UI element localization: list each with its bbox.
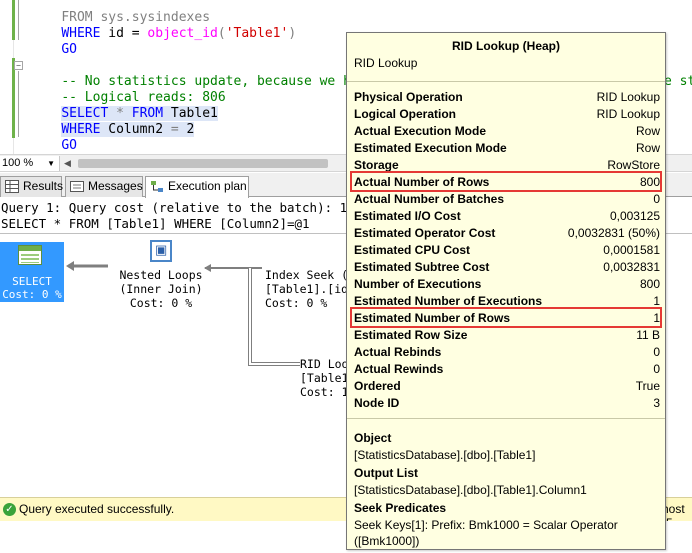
code-line: FROM sys.sysindexes bbox=[61, 10, 211, 25]
success-check-icon: ✓ bbox=[3, 503, 16, 516]
code-line: GO bbox=[61, 42, 77, 57]
property-name: Estimated Execution Mode bbox=[354, 141, 507, 155]
property-value: 0 bbox=[653, 362, 660, 376]
output-list-label: Output List bbox=[354, 466, 418, 480]
property-value: Row bbox=[635, 124, 660, 138]
code-line: GO bbox=[61, 138, 77, 153]
property-name: Estimated CPU Cost bbox=[354, 243, 471, 257]
property-value: 0,0001581 bbox=[603, 243, 660, 257]
property-name: Logical Operation bbox=[354, 107, 457, 121]
seek-predicates-value: Seek Keys[1]: Prefix: Bmk1000 = Scalar O… bbox=[354, 518, 618, 548]
property-row: Estimated Execution Mode Row bbox=[354, 140, 660, 157]
seek-predicates-label: Seek Predicates bbox=[354, 501, 447, 515]
property-name: Physical Operation bbox=[354, 90, 463, 104]
tooltip-title: RID Lookup (Heap) bbox=[452, 39, 560, 53]
property-name: Actual Number of Batches bbox=[354, 192, 505, 206]
property-row: Estimated Row Size 11 B bbox=[354, 327, 660, 344]
tooltip-separator bbox=[347, 418, 665, 419]
tab-label: Messages bbox=[88, 179, 143, 193]
grid-icon bbox=[5, 180, 19, 193]
collapse-toggle[interactable]: − bbox=[14, 61, 23, 70]
property-value: 0,0032831 bbox=[603, 260, 660, 274]
property-name: Estimated Subtree Cost bbox=[354, 260, 490, 274]
property-row: Logical Operation RID Lookup bbox=[354, 106, 660, 123]
property-row: Estimated Operator Cost 0,0032831 (50%) bbox=[354, 225, 660, 242]
property-name: Node ID bbox=[354, 396, 400, 410]
zoom-dropdown[interactable]: 100 % ▼ bbox=[0, 156, 60, 171]
tooltip-separator bbox=[347, 81, 665, 82]
code-line: WHERE id = object_id('Table1') bbox=[61, 26, 297, 41]
change-indicator bbox=[12, 0, 15, 40]
tab-messages[interactable]: Messages bbox=[65, 176, 143, 197]
property-row: Number of Executions 800 bbox=[354, 276, 660, 293]
property-row: Actual Number of Rows 800 bbox=[354, 174, 660, 191]
message-icon bbox=[70, 181, 84, 192]
property-row: Actual Rewinds 0 bbox=[354, 361, 660, 378]
property-name: Estimated I/O Cost bbox=[354, 209, 461, 223]
property-name: Actual Execution Mode bbox=[354, 124, 487, 138]
property-row: Actual Number of Batches 0 bbox=[354, 191, 660, 208]
object-value: [StatisticsDatabase].[dbo].[Table1] bbox=[354, 448, 536, 462]
property-value: Row bbox=[635, 141, 660, 155]
property-name: Estimated Row Size bbox=[354, 328, 468, 342]
outline-guide bbox=[18, 0, 19, 40]
code-line-selected: WHERE Column2 = 2 bbox=[61, 122, 195, 137]
property-row: Node ID 3 bbox=[354, 395, 660, 412]
nested-loops-label: Nested Loops (Inner Join) Cost: 0 % bbox=[119, 268, 203, 310]
tab-label: Execution plan bbox=[168, 179, 247, 193]
property-name: Actual Rewinds bbox=[354, 362, 444, 376]
property-row: Actual Rebinds 0 bbox=[354, 344, 660, 361]
property-name: Actual Rebinds bbox=[354, 345, 442, 359]
scroll-left-icon[interactable]: ◀ bbox=[64, 158, 71, 169]
code-line: -- Logical reads: 806 bbox=[61, 90, 226, 105]
tooltip-subtitle: RID Lookup bbox=[354, 56, 418, 70]
property-row: Estimated Number of Rows 1 bbox=[354, 310, 660, 327]
property-value: 11 B bbox=[636, 328, 660, 342]
change-indicator bbox=[12, 58, 15, 138]
property-value: 800 bbox=[639, 277, 660, 291]
nested-loops-icon[interactable] bbox=[150, 240, 172, 262]
property-value: 800 bbox=[639, 175, 660, 189]
object-label: Object bbox=[354, 431, 392, 445]
property-name: Actual Number of Rows bbox=[354, 175, 490, 189]
property-value: 1 bbox=[653, 311, 660, 325]
tab-execution-plan[interactable]: Execution plan bbox=[145, 176, 249, 198]
chevron-down-icon: ▼ bbox=[47, 159, 55, 168]
property-name: Ordered bbox=[354, 379, 401, 393]
property-value: 0 bbox=[653, 345, 660, 359]
property-name: Estimated Number of Rows bbox=[354, 311, 511, 325]
output-list-value: [StatisticsDatabase].[dbo].[Table1].Colu… bbox=[354, 483, 587, 497]
property-value: 0,0032831 (50%) bbox=[567, 226, 660, 240]
property-value: True bbox=[635, 379, 660, 393]
zoom-value: 100 % bbox=[2, 157, 34, 169]
property-row: Actual Execution Mode Row bbox=[354, 123, 660, 140]
property-name: Number of Executions bbox=[354, 277, 482, 291]
property-row: Ordered True bbox=[354, 378, 660, 395]
tab-results[interactable]: Results bbox=[0, 176, 64, 197]
property-value: 3 bbox=[653, 396, 660, 410]
property-row: Estimated I/O Cost 0,003125 bbox=[354, 208, 660, 225]
property-name: Estimated Operator Cost bbox=[354, 226, 496, 240]
status-message: Query executed successfully. bbox=[19, 502, 175, 516]
property-value: 0,003125 bbox=[609, 209, 660, 223]
tab-label: Results bbox=[23, 179, 64, 193]
property-row: Physical Operation RID Lookup bbox=[354, 89, 660, 106]
code-line-selected: SELECT * FROM Table1 bbox=[61, 106, 218, 121]
property-value: 0 bbox=[653, 192, 660, 206]
property-value: RID Lookup bbox=[596, 107, 660, 121]
property-row: Estimated CPU Cost 0,0001581 bbox=[354, 242, 660, 259]
operator-tooltip: RID Lookup (Heap) RID Lookup Physical Op… bbox=[346, 32, 666, 550]
outline-guide bbox=[18, 71, 19, 137]
hscroll-thumb[interactable] bbox=[78, 159, 328, 168]
property-row: Estimated Subtree Cost 0,0032831 bbox=[354, 259, 660, 276]
execution-plan-icon bbox=[151, 181, 163, 192]
property-value: RID Lookup bbox=[596, 90, 660, 104]
